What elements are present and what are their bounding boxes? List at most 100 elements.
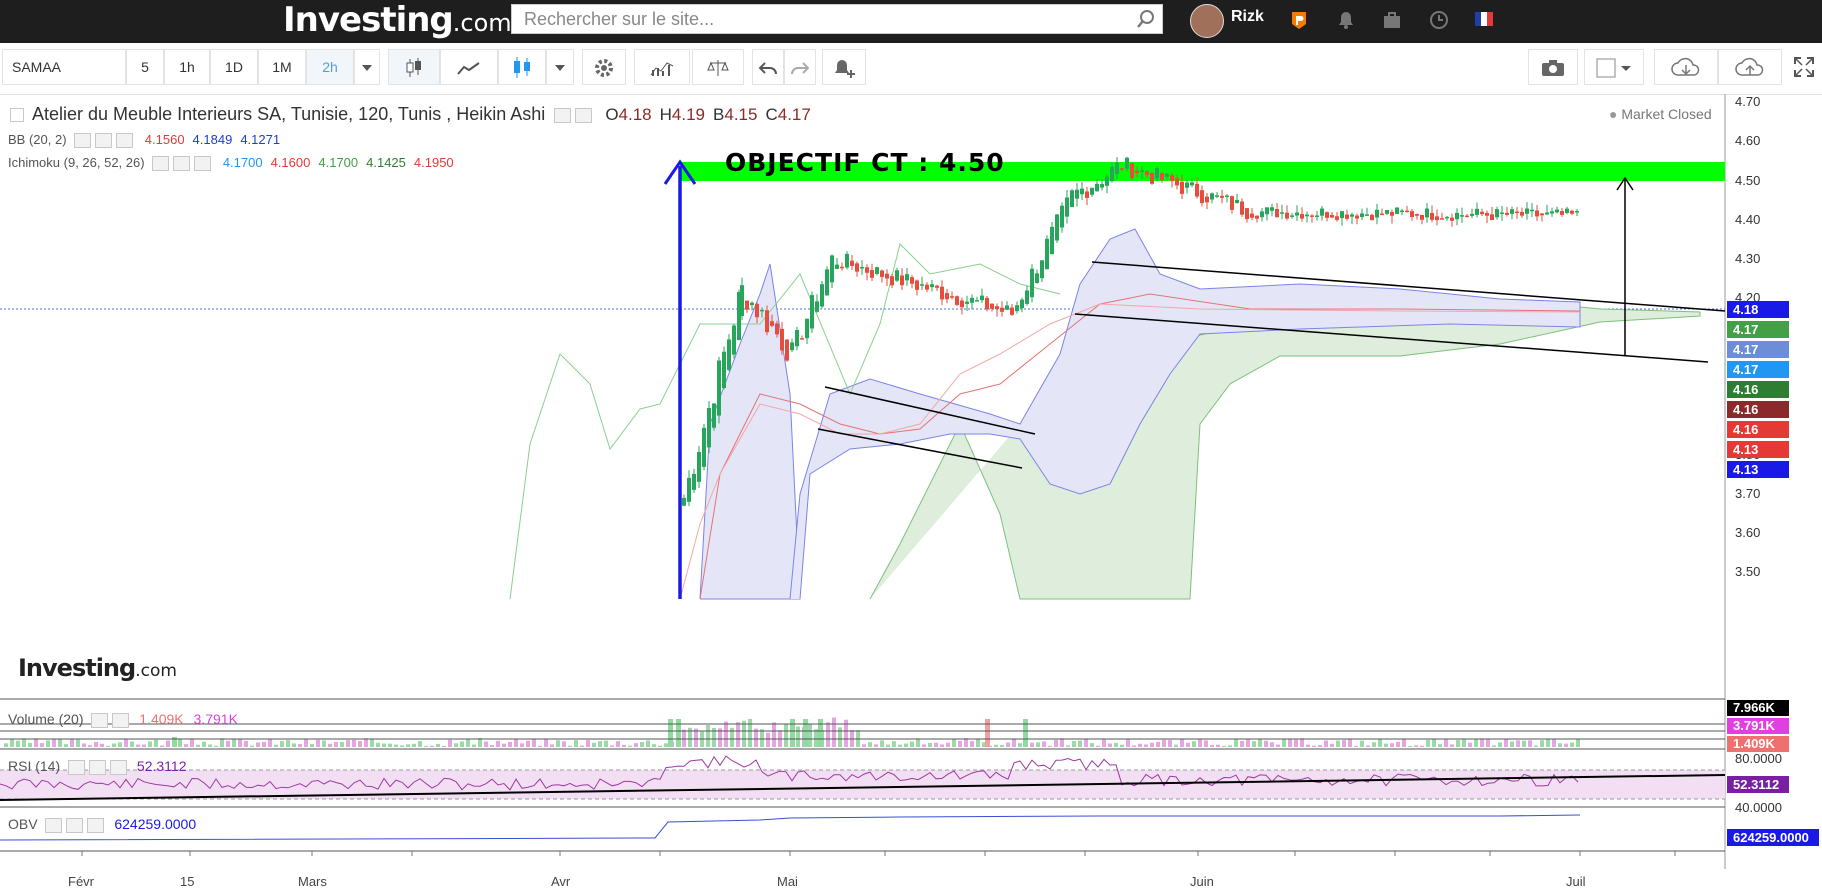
volume-bar [1108, 743, 1112, 747]
load-chart-button[interactable] [1654, 49, 1718, 85]
close-icon[interactable] [110, 759, 128, 775]
indicators-button[interactable] [634, 49, 690, 85]
settings-icon[interactable] [95, 133, 113, 149]
volume-bar [970, 741, 974, 747]
volume-bar [796, 726, 800, 747]
volume-bar [1396, 741, 1400, 747]
settings-icon[interactable] [66, 817, 84, 833]
line-style-button[interactable] [440, 49, 498, 85]
snapshot-button[interactable] [1528, 49, 1578, 85]
ichimoku-value: 4.1700 [222, 155, 263, 170]
candle [1510, 209, 1514, 214]
volume-bar [286, 740, 290, 747]
investing-logo[interactable]: Investing.com [283, 0, 512, 43]
bell-icon[interactable] [1335, 9, 1357, 31]
ohlc-values: O4.18 H4.19 B4.15 C4.17 [597, 105, 811, 124]
visibility-icon[interactable] [45, 817, 63, 833]
volume-bar [76, 739, 80, 747]
volume-bar [1054, 739, 1058, 747]
username[interactable]: Rizk [1231, 8, 1264, 26]
layout-button[interactable] [1584, 49, 1644, 85]
chart-area[interactable]: Atelier du Meuble Interieurs SA, Tunisie… [0, 94, 1822, 889]
price-tag: 4.17 [1727, 321, 1789, 338]
candle [1090, 187, 1094, 195]
candle [830, 255, 834, 283]
volume-bar [676, 719, 681, 747]
visibility-icon[interactable] [554, 107, 572, 123]
style-dropdown-button[interactable] [546, 49, 574, 85]
volume-bar [448, 739, 452, 747]
close-icon[interactable] [116, 133, 134, 149]
settings-button[interactable] [582, 49, 626, 85]
candle [1455, 212, 1459, 220]
candle [1470, 213, 1474, 216]
candle [1335, 216, 1339, 220]
candle [750, 302, 754, 306]
ohlc-b: B4.15 [713, 105, 758, 124]
candle [1200, 190, 1204, 204]
interval-1h-button[interactable]: 1h [164, 49, 210, 85]
close-icon[interactable] [87, 817, 105, 833]
volume-bar [682, 729, 686, 747]
visibility-icon[interactable] [74, 133, 92, 149]
volume-bar [490, 744, 494, 747]
visibility-icon[interactable] [68, 759, 86, 775]
save-chart-button[interactable] [1718, 49, 1782, 85]
candle [1290, 215, 1294, 217]
volume-bar [298, 744, 302, 747]
price-chart-canvas[interactable] [0, 94, 1822, 888]
interval-1d-button[interactable]: 1D [210, 49, 258, 85]
symbol-input[interactable]: SAMAA [2, 49, 126, 85]
settings-icon[interactable] [91, 712, 109, 728]
close-icon[interactable] [194, 156, 212, 172]
ichimoku-value: 4.1950 [413, 155, 454, 170]
pro-icon[interactable] [1288, 9, 1310, 31]
candle [815, 301, 819, 312]
heikin-ashi-button[interactable] [498, 49, 546, 85]
candle [727, 339, 731, 370]
volume-bar [928, 742, 932, 747]
interval-5-button[interactable]: 5 [126, 49, 164, 85]
volume-bar [742, 720, 746, 747]
candle [950, 296, 954, 298]
volume-bar [910, 741, 914, 747]
volume-bar [832, 717, 836, 747]
volume-bar [136, 744, 140, 747]
interval-dropdown-button[interactable] [354, 49, 380, 85]
volume-bar [244, 740, 248, 747]
undo-button[interactable] [752, 49, 784, 85]
portfolio-icon[interactable] [1381, 9, 1403, 31]
area-chart-icon [457, 62, 480, 75]
search-input[interactable]: Rechercher sur le site... [511, 4, 1163, 34]
redo-button[interactable] [784, 49, 816, 85]
volume-bar [1120, 744, 1124, 747]
compare-button[interactable] [692, 49, 744, 85]
settings-icon[interactable] [173, 156, 191, 172]
volume-bar [646, 740, 650, 747]
search-icon[interactable] [1136, 9, 1156, 29]
volume-bar [886, 744, 890, 747]
volume-bar [1348, 739, 1352, 747]
chart-toolbar: SAMAA 5 1h 1D 1M 2h [0, 43, 1822, 95]
candle [840, 266, 844, 269]
settings-icon[interactable] [575, 107, 593, 123]
volume-bar [34, 738, 38, 747]
visibility-icon[interactable] [152, 156, 170, 172]
settings-icon[interactable] [89, 759, 107, 775]
candles-style-button[interactable] [388, 49, 440, 85]
avatar[interactable] [1190, 4, 1224, 38]
close-icon[interactable] [112, 712, 130, 728]
alert-button[interactable] [822, 49, 866, 85]
collapse-legend-icon[interactable] [10, 108, 24, 123]
interval-2h-button[interactable]: 2h [306, 49, 354, 85]
fullscreen-button[interactable] [1788, 49, 1820, 85]
volume-bar [1180, 738, 1184, 747]
target-annotation[interactable]: OBJECTIF CT : 4.50 [725, 148, 1005, 177]
volume-bar [52, 738, 56, 747]
candle [795, 329, 799, 347]
interval-1m-button[interactable]: 1M [258, 49, 306, 85]
french-flag-icon[interactable] [1475, 12, 1493, 26]
clock-icon[interactable] [1428, 9, 1450, 31]
volume-bar [1402, 739, 1406, 747]
volume-bar [322, 740, 326, 747]
